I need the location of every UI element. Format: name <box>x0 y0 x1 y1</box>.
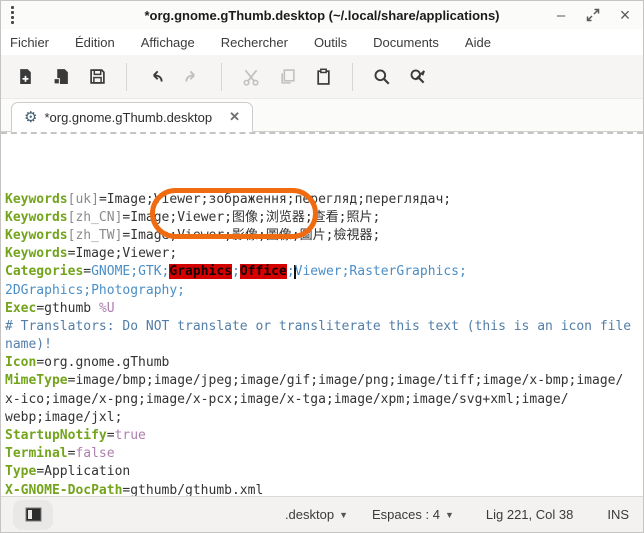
new-document-button[interactable] <box>8 60 42 94</box>
open-document-icon <box>53 68 70 85</box>
code-line: Icon=org.gnome.gThumb <box>5 354 643 372</box>
new-document-icon <box>17 68 34 85</box>
search-icon <box>373 68 391 86</box>
code-line: name)! <box>5 336 643 354</box>
toolbar <box>1 55 643 99</box>
filetype-label: .desktop <box>285 507 334 522</box>
save-icon <box>89 68 106 85</box>
code-line: # Translators: Do NOT translate or trans… <box>5 318 643 336</box>
menu-item-documents[interactable]: Documents <box>373 35 439 50</box>
code-line: Keywords[zh_TW]=Image;Viewer;影像;圖像;圖片;檢視… <box>5 227 643 245</box>
code-line: x-ico;image/x-png;image/x-pcx;image/x-tg… <box>5 391 643 409</box>
toolbar-separator <box>126 63 127 91</box>
menu-item-affichage[interactable]: Affichage <box>141 35 195 50</box>
minimize-button[interactable]: – <box>553 7 569 23</box>
code-line: MimeType=image/bmp;image/jpeg;image/gif;… <box>5 372 643 390</box>
menu-item-outils[interactable]: Outils <box>314 35 347 50</box>
search-replace-icon <box>409 68 427 86</box>
paste-button[interactable] <box>306 60 340 94</box>
code-line: Type=Application <box>5 463 643 481</box>
code-line: Terminal=false <box>5 445 643 463</box>
code-line: Categories=GNOME;GTK;Graphics;Office;Vie… <box>5 263 643 281</box>
tab-gthumb-desktop[interactable]: ⚙ *org.gnome.gThumb.desktop ✕ <box>11 102 253 132</box>
toolbar-separator <box>221 63 222 91</box>
menu-item-fichier[interactable]: Fichier <box>10 35 49 50</box>
close-button[interactable]: × <box>617 7 633 23</box>
tab-bar: ⚙ *org.gnome.gThumb.desktop ✕ <box>1 99 643 132</box>
undo-icon <box>147 68 165 86</box>
restore-icon <box>586 8 600 22</box>
tab-label: *org.gnome.gThumb.desktop <box>44 110 212 125</box>
code-line: Keywords[uk]=Image;Viewer;зображення;пер… <box>5 191 643 209</box>
code-area[interactable]: Keywords[uk]=Image;Viewer;зображення;пер… <box>1 132 643 498</box>
menu-item-rechercher[interactable]: Rechercher <box>221 35 288 50</box>
cut-button[interactable] <box>234 60 268 94</box>
copy-button[interactable] <box>270 60 304 94</box>
side-panel-icon <box>25 507 42 522</box>
side-panel-toggle-button[interactable] <box>13 500 53 530</box>
tab-width-selector[interactable]: Espaces : 4 ▼ <box>372 507 454 522</box>
chevron-down-icon: ▼ <box>445 510 454 520</box>
code-line: Keywords=Image;Viewer; <box>5 245 643 263</box>
copy-icon <box>279 68 296 85</box>
search-replace-button[interactable] <box>401 60 435 94</box>
code-line: 2DGraphics;Photography; <box>5 282 643 300</box>
window-title: *org.gnome.gThumb.desktop (~/.local/shar… <box>1 8 643 23</box>
redo-button[interactable] <box>175 60 209 94</box>
gedit-window: *org.gnome.gThumb.desktop (~/.local/shar… <box>0 0 644 533</box>
chevron-down-icon: ▼ <box>339 510 348 520</box>
search-button[interactable] <box>365 60 399 94</box>
menu-item-dition[interactable]: Édition <box>75 35 115 50</box>
status-bar: .desktop ▼ Espaces : 4 ▼ Lig 221, Col 38… <box>1 496 643 532</box>
code-line: StartupNotify=true <box>5 427 643 445</box>
menu-item-aide[interactable]: Aide <box>465 35 491 50</box>
redo-icon <box>183 68 201 86</box>
filetype-selector[interactable]: .desktop ▼ <box>285 507 348 522</box>
gear-icon: ⚙ <box>24 110 37 125</box>
undo-button[interactable] <box>139 60 173 94</box>
cut-icon <box>242 68 260 86</box>
code-line: webp;image/jxl; <box>5 409 643 427</box>
insert-mode-label: INS <box>607 507 629 522</box>
paste-icon <box>315 68 332 85</box>
drag-handle-icon <box>11 6 14 24</box>
title-bar: *org.gnome.gThumb.desktop (~/.local/shar… <box>1 1 643 29</box>
toolbar-separator <box>352 63 353 91</box>
tab-close-icon[interactable]: ✕ <box>229 109 240 125</box>
save-document-button[interactable] <box>80 60 114 94</box>
restore-button[interactable] <box>585 7 601 23</box>
tab-width-label: Espaces : 4 <box>372 507 440 522</box>
menu-bar: Fichier Édition Affichage Rechercher Outils D… <box>1 29 643 55</box>
code-line: Keywords[zh_CN]=Image;Viewer;图像;浏览器;查看;照… <box>5 209 643 227</box>
cursor-position-label: Lig 221, Col 38 <box>486 507 573 522</box>
open-document-button[interactable] <box>44 60 78 94</box>
code-line: Exec=gthumb %U <box>5 300 643 318</box>
